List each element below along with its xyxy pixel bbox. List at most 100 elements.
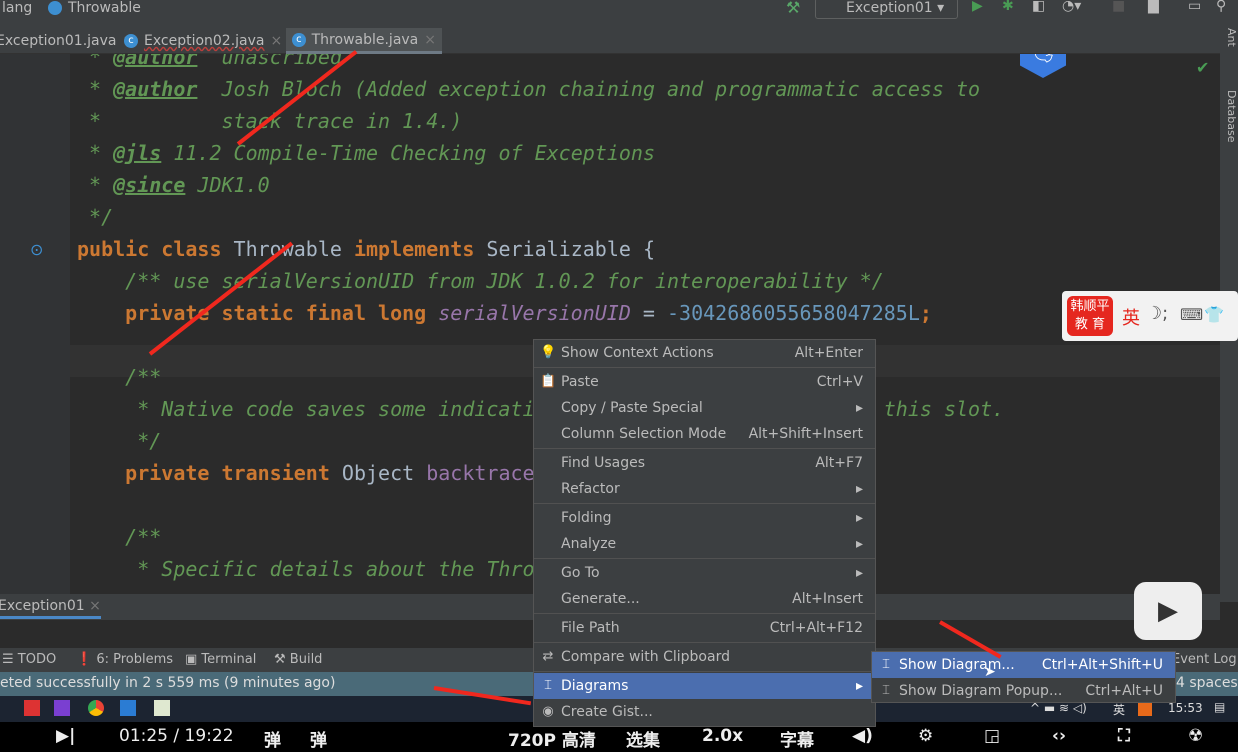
menu-item-label: File Path [561, 620, 620, 636]
ant-panel-button[interactable]: Ant [1225, 22, 1238, 47]
menu-item-compare-with-clipboard[interactable]: ⇄ Compare with Clipboard [534, 644, 875, 670]
menu-item-shortcut: Alt+Enter [794, 345, 863, 361]
menu-item-find-usages[interactable]: Find Usages Alt+F7 [534, 450, 875, 476]
code-token: private static final long [77, 301, 439, 325]
event-log-button[interactable]: Event Log [1172, 652, 1237, 667]
class-icon: c [292, 32, 306, 47]
problems-label: 6: Problems [96, 652, 174, 667]
stop-icon[interactable]: ■ [1112, 0, 1125, 14]
gutter [0, 54, 70, 594]
tab-exception02[interactable]: c Exception02.java × [118, 28, 288, 54]
coverage-icon[interactable]: ◧ [1032, 0, 1045, 14]
debug-icon[interactable]: ✱ [1002, 0, 1014, 14]
todo-button[interactable]: ☰ TODO [2, 652, 56, 667]
ime-toolbar: 韩顺平教 育 英 ☽; ⌨ 👕 [1062, 291, 1238, 341]
terminal-window-icon[interactable]: ▭ [1188, 0, 1201, 14]
code-token: @since [113, 173, 186, 197]
danmaku-off-icon[interactable]: 弹 [264, 726, 281, 751]
submenu-arrow-icon: ▸ [855, 400, 863, 416]
menu-item-show-diagram[interactable]: ⌶ Show Diagram... Ctrl+Alt+Shift+U [872, 652, 1175, 678]
problems-button[interactable]: ❗ 6: Problems [76, 652, 173, 667]
menu-item-folding[interactable]: Folding ▸ [534, 505, 875, 531]
code-token: Throwable [233, 237, 354, 261]
profile-icon[interactable]: ◔▾ [1062, 0, 1081, 14]
intellij-app-icon[interactable] [54, 700, 70, 716]
bird-logo-icon: 🕊 [1020, 54, 1066, 78]
menu-item-shortcut: Ctrl+Alt+U [1085, 683, 1163, 699]
code-line: public class Throwable implements Serial… [77, 233, 655, 265]
run-icon[interactable]: ▶ [972, 0, 983, 14]
fullscreen-icon[interactable]: ⛶ [1118, 726, 1130, 746]
next-icon[interactable]: ▶| [56, 726, 75, 746]
code-line: */ [77, 425, 161, 457]
status-message: eted successfully in 2 s 559 ms (9 minut… [0, 675, 336, 691]
menu-item-label: Show Diagram... [899, 657, 1015, 673]
code-line: * @since JDK1.0 [77, 169, 270, 201]
menu-item-create-gist[interactable]: ◉ Create Gist... [534, 699, 875, 725]
bilibili-tv-icon[interactable]: ▶ [1134, 582, 1202, 640]
menu-item-label: Paste [561, 374, 599, 390]
code-line: */ [77, 201, 113, 233]
breadcrumb-throwable[interactable]: Throwable [68, 0, 141, 16]
menu-item-refactor[interactable]: Refactor ▸ [534, 476, 875, 502]
keyboard-icon[interactable]: ⌨ [1180, 305, 1203, 324]
menu-separator [534, 671, 875, 672]
notification-icon[interactable]: ▤ [1214, 700, 1225, 714]
menu-item-generate[interactable]: Generate... Alt+Insert [534, 586, 875, 612]
run-tab-exception01[interactable]: Exception01 × [0, 598, 101, 619]
run-config-dropdown[interactable]: Exception01 ▾ [815, 0, 958, 19]
project-structure-icon[interactable]: ▇ [1148, 0, 1159, 14]
menu-item-label: Copy / Paste Special [561, 400, 703, 416]
indent-indicator[interactable]: 4 spaces [1176, 675, 1238, 691]
code-token: /** [77, 525, 162, 549]
ime-language[interactable]: 英 [1122, 304, 1140, 330]
subtitle-off-icon[interactable]: 字幕 [780, 726, 814, 751]
tab-throwable[interactable]: c Throwable.java × [286, 28, 442, 54]
widescreen-icon[interactable]: ‹› [1052, 726, 1066, 746]
episodes-button[interactable]: 选集 [626, 726, 660, 751]
quality-button[interactable]: 720P 高清 [508, 726, 596, 751]
breadcrumb-lang[interactable]: lang [2, 0, 32, 16]
code-token: -3042686055658047285L [667, 301, 920, 325]
menu-item-show-context-actions[interactable]: 💡 Show Context Actions Alt+Enter [534, 340, 875, 366]
close-icon[interactable]: × [271, 33, 283, 49]
danmaku-settings-icon[interactable]: 弹 [310, 726, 327, 751]
chrome-app-icon[interactable] [88, 700, 104, 716]
menu-separator [534, 613, 875, 614]
menu-item-shortcut: Alt+Shift+Insert [748, 426, 863, 442]
close-icon[interactable]: × [89, 598, 101, 614]
code-line: /** [77, 521, 161, 553]
database-panel-button[interactable]: Database [1225, 50, 1238, 143]
shirt-icon[interactable]: 👕 [1204, 305, 1224, 324]
menu-item-show-diagram-popup[interactable]: ⌶ Show Diagram Popup... Ctrl+Alt+U [872, 678, 1175, 704]
submenu-arrow-icon: ▸ [855, 678, 863, 694]
close-icon[interactable]: × [424, 32, 436, 48]
tab-label: Throwable.java [311, 31, 419, 48]
radiation-icon[interactable]: ☢ [1188, 726, 1203, 746]
speed-button[interactable]: 2.0x [702, 726, 743, 746]
build-hammer-icon[interactable]: ⚒ [786, 0, 800, 17]
moon-icon[interactable]: ☽; [1146, 303, 1168, 324]
menu-item-column-selection-mode[interactable]: Column Selection Mode Alt+Shift+Insert [534, 421, 875, 447]
code-token: @author [113, 77, 198, 101]
volume-icon[interactable]: ◀) [852, 726, 873, 746]
menu-item-paste[interactable]: 📋 Paste Ctrl+V [534, 369, 875, 395]
menu-item-diagrams[interactable]: ⌶ Diagrams ▸ [534, 673, 875, 699]
exception-class-icon [48, 1, 62, 15]
xmind-app-icon[interactable] [24, 700, 40, 716]
menu-item-go-to[interactable]: Go To ▸ [534, 560, 875, 586]
search-icon[interactable]: ⚲ [1216, 0, 1226, 14]
build-button[interactable]: ⚒ Build [274, 652, 322, 667]
word-app-icon[interactable] [120, 700, 136, 716]
menu-item-file-path[interactable]: File Path Ctrl+Alt+F12 [534, 615, 875, 641]
editor-tabs: Exception01.java × c Exception02.java × c Th… [0, 22, 1220, 54]
menu-item-copy-paste-special[interactable]: Copy / Paste Special ▸ [534, 395, 875, 421]
picture-in-picture-icon[interactable]: ◲ [984, 726, 1000, 746]
terminal-button[interactable]: ▣ Terminal [185, 652, 256, 667]
implemented-gutter-icon[interactable]: ⊙ [30, 240, 43, 259]
build-label: Build [289, 652, 323, 667]
menu-item-analyze[interactable]: Analyze ▸ [534, 531, 875, 557]
code-token: /** [77, 365, 162, 389]
editor-app-icon[interactable] [154, 700, 170, 716]
settings-gear-icon[interactable]: ⚙ [918, 726, 933, 746]
